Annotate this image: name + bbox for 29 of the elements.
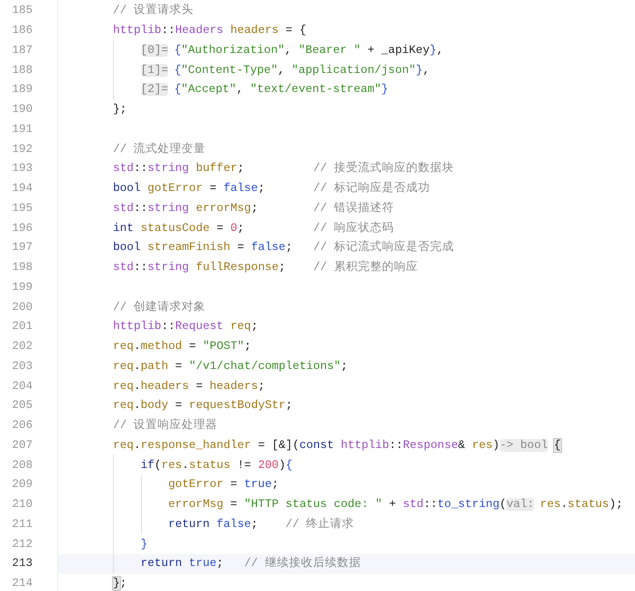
code-line: httplib::Request req; [113, 319, 258, 336]
code-line: bool gotError = false; // 标记响应是否成功 [113, 180, 430, 197]
code-line: // 设置请求头 [113, 2, 194, 20]
line-number: 213 [0, 554, 57, 574]
code-line: int statusCode = 0; // 响应状态码 [113, 220, 394, 236]
code-line: req.body = requestBodyStr; [113, 398, 292, 414]
code-line: [1]= {"Content-Type", "application/json"}, [140, 62, 430, 78]
code-line: std::string fullResponse; // 累积完整的响应 [113, 259, 418, 276]
code-line: bool streamFinish = false; // 标记流式响应是否完成 [113, 239, 454, 256]
code-line: if(res.status != 200){ [140, 458, 292, 474]
code-line: req.path = "/v1/chat/completions"; [113, 358, 348, 375]
code-line: }; [113, 102, 127, 118]
code-line: [0]= {"Authorization", "Bearer " + _apiKey}, [140, 42, 444, 59]
code-line: httplib::Headers headers = { [113, 23, 306, 39]
code-line: req.method = "POST"; [113, 339, 252, 355]
code-line: [2]= {"Accept", "text/event-stream"} [140, 82, 388, 98]
code-line: return false; // 终止请求 [168, 516, 354, 533]
code-line: req.headers = headers; [113, 378, 265, 394]
code-line: std::string buffer; // 接受流式响应的数据块 [113, 160, 454, 178]
code-line: return true; // 继续接收后续数据 [140, 556, 361, 572]
code-line: } [140, 536, 148, 552]
code-line: errorMsg = "HTTP status code: " + std::to_string(val: res.status); [168, 497, 623, 513]
code-line: gotError = true; [168, 477, 279, 494]
code-line: // 创建请求对象 [113, 300, 206, 316]
code-line: req.response_handler = [&](const httplib::Response& res)-> bool { [113, 438, 561, 454]
code-line: }; [113, 576, 127, 591]
code-line: std::string errorMsg; // 错误描述符 [113, 200, 394, 217]
code-line: // 设置响应处理器 [113, 418, 218, 434]
code-line: // 流式处理变量 [113, 141, 206, 158]
